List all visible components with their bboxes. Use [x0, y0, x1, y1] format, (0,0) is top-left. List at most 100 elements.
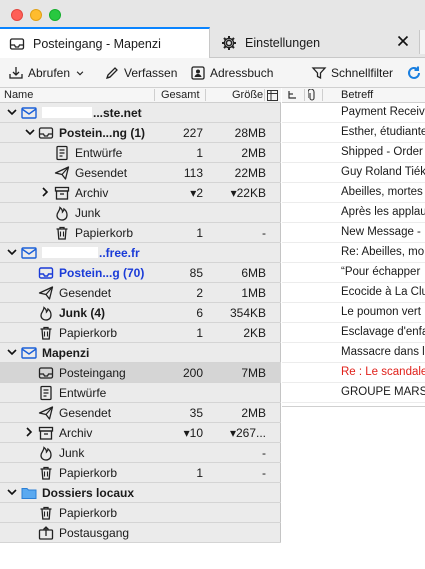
message-row[interactable]: “Pour échapper: [282, 263, 425, 283]
message-row-tagged[interactable]: Re : Le scandale: [282, 363, 425, 383]
message-row[interactable]: Esclavage d'enfa: [282, 323, 425, 343]
folder-total: 113: [183, 166, 203, 180]
chevron-down-icon[interactable]: [7, 347, 17, 357]
folder-row-sent[interactable]: Gesendet 113 22MB: [0, 163, 281, 183]
zoom-window-button[interactable]: [49, 9, 61, 21]
folder-row-archive[interactable]: Archiv ▾2 ▾22KB: [0, 183, 281, 203]
address-book-icon: [191, 66, 205, 80]
message-subject: Massacre dans l: [341, 346, 425, 358]
archive-icon: [38, 426, 54, 440]
folder-row-inbox[interactable]: Postein...g (70) 85 6MB: [0, 263, 281, 283]
folder-row-drafts[interactable]: Entwürfe 1 2MB: [0, 143, 281, 163]
folder-pane: Name Gesamt Größe ...ste.net Postein...n…: [0, 88, 281, 569]
column-header-name[interactable]: Name: [4, 89, 33, 101]
folder-row-inbox[interactable]: Postein...ng (1) 227 28MB: [0, 123, 281, 143]
mail-toolbar: Abrufen Verfassen Adressbuch Schnellfilt…: [0, 58, 425, 88]
folder-row-sent[interactable]: Gesendet 2 1MB: [0, 283, 281, 303]
folder-row-junk[interactable]: Junk -: [0, 443, 281, 463]
message-subject: Re : Le scandale: [341, 366, 425, 378]
folder-total: 6: [196, 306, 203, 320]
address-book-button[interactable]: Adressbuch: [190, 64, 273, 82]
tab-inbox[interactable]: Posteingang - Mapenzi: [0, 27, 210, 58]
refresh-button[interactable]: [406, 64, 425, 82]
mail-account-icon: [21, 107, 37, 119]
message-row[interactable]: Payment Receive: [282, 103, 425, 123]
attachment-column-icon[interactable]: [307, 88, 316, 104]
chevron-down-icon[interactable]: [7, 247, 17, 257]
folder-row-account-1[interactable]: ...ste.net: [0, 103, 281, 123]
column-header-subject[interactable]: Betreff: [341, 89, 373, 101]
sent-icon: [54, 166, 70, 180]
pencil-icon: [105, 67, 118, 80]
folder-total: ▾10: [183, 426, 203, 440]
message-subject: Le poumon vert: [341, 306, 421, 318]
message-row[interactable]: Après les applau: [282, 203, 425, 223]
minimize-window-button[interactable]: [30, 9, 42, 21]
folder-row-trash[interactable]: Papierkorb 1 2KB: [0, 323, 281, 343]
drafts-icon: [40, 385, 52, 401]
message-row[interactable]: Re: Abeilles, mo: [282, 243, 425, 263]
folder-row-trash[interactable]: Papierkorb: [0, 503, 281, 523]
write-button[interactable]: Verfassen: [104, 64, 177, 82]
column-header-total[interactable]: Gesamt: [161, 89, 200, 101]
folder-row-trash[interactable]: Papierkorb 1 -: [0, 463, 281, 483]
folder-row-archive[interactable]: Archiv ▾10 ▾267...: [0, 423, 281, 443]
message-row[interactable]: GROUPE MARS: [282, 383, 425, 403]
folder-name: Junk: [75, 206, 101, 220]
tab-settings[interactable]: Einstellungen: [211, 27, 416, 58]
chevron-down-icon: [76, 71, 84, 76]
chevron-down-icon[interactable]: [7, 487, 17, 497]
message-row[interactable]: Ecocide à La Clu: [282, 283, 425, 303]
chevron-down-icon[interactable]: [25, 127, 35, 137]
folder-row-inbox-selected[interactable]: Posteingang 200 7MB: [0, 363, 281, 383]
get-messages-dropdown[interactable]: [75, 64, 89, 82]
folder-row-outbox[interactable]: Postausgang: [0, 523, 281, 543]
inbox-icon: [38, 267, 54, 279]
tab-inbox-label: Posteingang - Mapenzi: [33, 36, 161, 51]
folder-row-sent[interactable]: Gesendet 35 2MB: [0, 403, 281, 423]
message-pane-splitter[interactable]: [282, 406, 425, 407]
folder-name: Entwürfe: [59, 386, 107, 400]
close-tab-button[interactable]: [396, 34, 410, 48]
folder-total: 35: [189, 406, 203, 420]
thread-column-icon[interactable]: [288, 90, 297, 103]
close-window-button[interactable]: [11, 9, 23, 21]
folder-total: 1: [196, 146, 203, 160]
folder-name: ..free.fr: [99, 246, 140, 260]
message-row[interactable]: Shipped - Order: [282, 143, 425, 163]
folder-name: Dossiers locaux: [42, 486, 135, 500]
message-subject: GROUPE MARS: [341, 386, 425, 398]
get-messages-button[interactable]: Abrufen: [8, 64, 70, 82]
message-row[interactable]: Esther, étudiante: [282, 123, 425, 143]
title-bar: Posteingang - Mapenzi Einstellungen: [0, 0, 425, 58]
folder-row-account-2[interactable]: ..free.fr: [0, 243, 281, 263]
chevron-right-icon[interactable]: [40, 187, 50, 197]
folder-row-junk[interactable]: Junk: [0, 203, 281, 223]
quick-filter-button[interactable]: Schnellfilter: [311, 64, 393, 82]
folder-row-junk[interactable]: Junk (4) 6 354KB: [0, 303, 281, 323]
chevron-right-icon[interactable]: [24, 427, 34, 437]
chevron-down-icon[interactable]: [7, 107, 17, 117]
folder-total: ▾2: [190, 186, 203, 200]
message-row[interactable]: Le poumon vert: [282, 303, 425, 323]
column-header-size[interactable]: Größe: [232, 89, 263, 101]
folder-size: -: [262, 466, 266, 480]
folder-name: Archiv: [59, 426, 93, 440]
folder-row-account-mapenzi[interactable]: Mapenzi: [0, 343, 281, 363]
junk-flame-icon: [40, 306, 52, 321]
tab-overflow[interactable]: [419, 30, 425, 54]
message-subject: Abeilles, mortes: [341, 186, 423, 198]
message-row[interactable]: Massacre dans l: [282, 343, 425, 363]
inbox-icon: [38, 127, 54, 139]
folder-row-trash[interactable]: Papierkorb 1 -: [0, 223, 281, 243]
mail-account-icon: [21, 347, 37, 359]
message-row[interactable]: New Message -: [282, 223, 425, 243]
folder-name: Junk (4): [59, 306, 106, 320]
message-row[interactable]: Guy Roland Tiék: [282, 163, 425, 183]
folder-size: 6MB: [241, 266, 266, 280]
folder-row-local-folders[interactable]: Dossiers locaux: [0, 483, 281, 503]
message-row[interactable]: Abeilles, mortes: [282, 183, 425, 203]
column-picker-icon[interactable]: [267, 90, 278, 104]
junk-flame-icon: [40, 446, 52, 461]
folder-row-drafts[interactable]: Entwürfe: [0, 383, 281, 403]
